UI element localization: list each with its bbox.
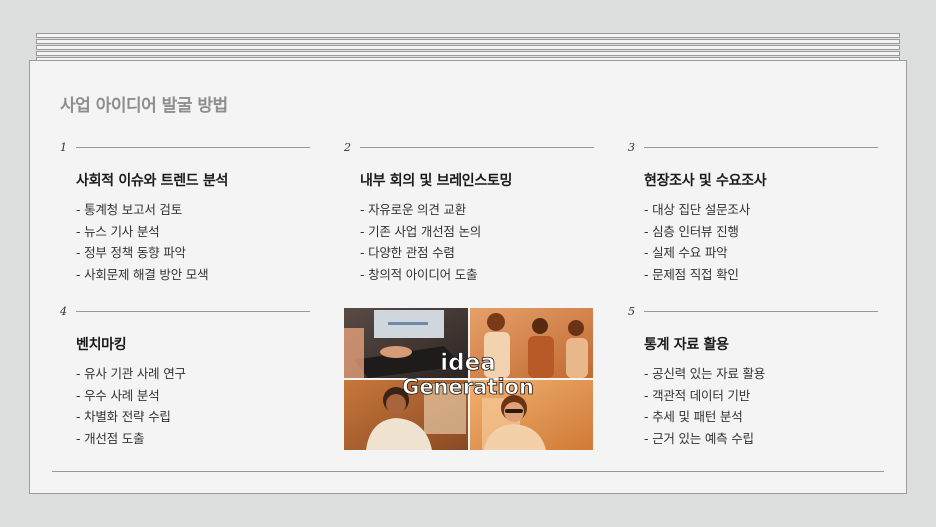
page-stack-line: [36, 51, 900, 56]
photo-illustration: idea Generation: [344, 308, 593, 450]
photo-text-idea: idea: [440, 350, 495, 376]
section-list: - 유사 기관 사례 연구 - 우수 사례 분석 - 차별화 전략 수립 - 개…: [76, 363, 186, 449]
person-head: [568, 320, 584, 336]
bottom-divider: [52, 471, 884, 472]
page-stack-line: [36, 33, 900, 38]
list-item: - 통계청 보고서 검토: [76, 202, 183, 217]
person-head: [487, 313, 505, 331]
section-number: 3: [628, 141, 635, 154]
list-item: - 유사 기관 사례 연구: [76, 366, 186, 381]
section-heading: 내부 회의 및 브레인스토밍: [360, 173, 513, 189]
slide-card: 사업 아이디어 발굴 방법 1 사회적 이슈와 트렌드 분석 - 통계청 보고서…: [29, 60, 907, 494]
list-item: - 정부 정책 동향 파악: [76, 245, 186, 260]
section-heading: 벤치마킹: [76, 337, 127, 353]
section-rule: [76, 311, 310, 312]
section-number: 4: [60, 305, 67, 318]
idea-generation-photo: idea Generation: [344, 308, 593, 450]
list-item: - 대상 집단 설문조사: [644, 202, 751, 217]
section-rule: [644, 311, 878, 312]
list-item: - 창의적 아이디어 도출: [360, 266, 478, 282]
list-item: - 다양한 관점 수렴: [360, 245, 455, 260]
list-item: - 문제점 직접 확인: [644, 266, 739, 282]
list-item: - 공신력 있는 자료 활용: [644, 366, 766, 381]
section-heading: 통계 자료 활용: [644, 337, 729, 353]
glasses-shape: [505, 409, 523, 413]
section-rule: [360, 147, 594, 148]
person-head: [532, 318, 548, 334]
section-list: - 대상 집단 설문조사 - 심층 인터뷰 진행 - 실제 수요 파악 - 문제…: [644, 199, 750, 285]
list-item: - 심층 인터뷰 진행: [644, 223, 739, 239]
section-number: 2: [344, 141, 351, 154]
section-list: - 자유로운 의견 교환 - 기존 사업 개선점 논의 - 다양한 관점 수렴 …: [360, 199, 481, 285]
page-stack-line: [36, 39, 900, 44]
list-item: - 개선점 도출: [76, 430, 145, 446]
section-number: 1: [60, 141, 67, 154]
section-number: 5: [628, 305, 635, 318]
list-item: - 추세 및 패턴 분석: [644, 409, 743, 424]
list-item: - 실제 수요 파악: [644, 245, 728, 260]
section-heading: 현장조사 및 수요조사: [644, 173, 767, 189]
section-list: - 통계청 보고서 검토 - 뉴스 기사 분석 - 정부 정책 동향 파악 - …: [76, 199, 209, 285]
list-item: - 자유로운 의견 교환: [360, 202, 467, 217]
section-heading: 사회적 이슈와 트렌드 분석: [76, 173, 229, 189]
photo-text-generation: Generation: [402, 375, 534, 399]
list-item: - 뉴스 기사 분석: [76, 223, 160, 239]
list-item: - 근거 있는 예측 수립: [644, 430, 754, 446]
section-list: - 공신력 있는 자료 활용 - 객관적 데이터 기반 - 추세 및 패턴 분석…: [644, 363, 765, 449]
page-title: 사업 아이디어 발굴 방법: [60, 96, 228, 116]
list-item: - 차별화 전략 수립: [76, 409, 171, 424]
list-item: - 객관적 데이터 기반: [644, 387, 751, 403]
list-item: - 기존 사업 개선점 논의: [360, 223, 482, 239]
list-item: - 우수 사례 분석: [76, 387, 160, 403]
section-rule: [76, 147, 310, 148]
section-rule: [644, 147, 878, 148]
page-stack-line: [36, 45, 900, 50]
list-item: - 사회문제 해결 방안 모색: [76, 266, 209, 282]
hand-shape: [380, 346, 412, 358]
